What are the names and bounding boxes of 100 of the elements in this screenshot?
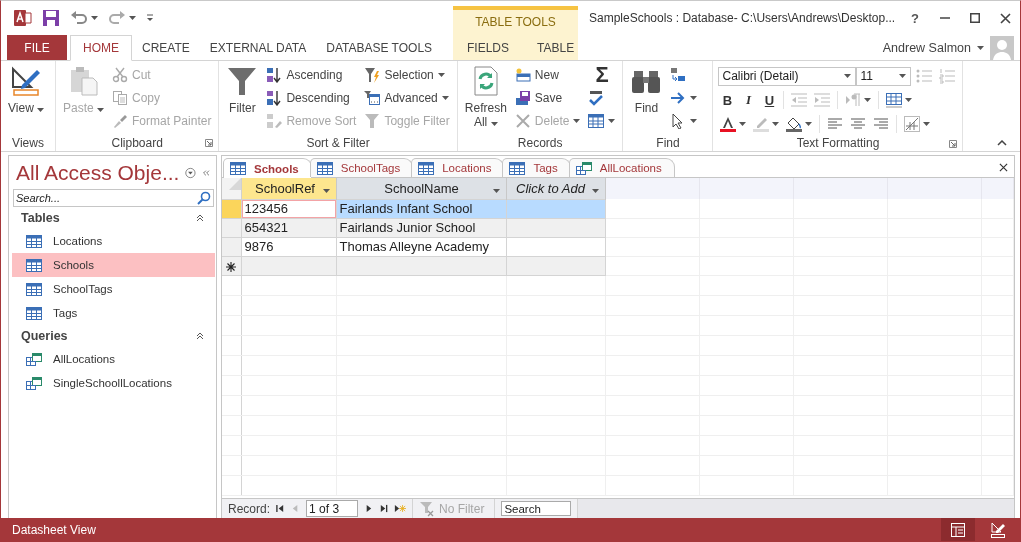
collapse-ribbon-icon[interactable]	[997, 140, 1007, 146]
table-icon	[26, 234, 42, 248]
caret-icon	[772, 122, 780, 126]
table-icon	[26, 306, 42, 320]
decrease-indent-icon	[791, 92, 808, 108]
caret-icon	[129, 16, 136, 20]
ribbon-tab[interactable]: TABLE	[523, 35, 589, 60]
column-header[interactable]: SchoolRef	[241, 178, 336, 199]
font-style-button[interactable]: B	[718, 90, 737, 110]
document-tab[interactable]: Locations	[411, 158, 505, 177]
alternate-row-color-button[interactable]	[902, 114, 933, 134]
caret-icon	[573, 119, 581, 123]
caret-icon	[91, 16, 98, 20]
horizontal-scrollbar[interactable]	[577, 499, 1014, 518]
align-right-icon	[873, 116, 890, 132]
datasheet-icon	[950, 522, 966, 538]
last-record-icon[interactable]	[379, 504, 389, 513]
close-icon[interactable]	[999, 163, 1008, 172]
sort-ascending-button[interactable]: Ascending	[264, 64, 359, 86]
save-record-button[interactable]: Save	[512, 87, 583, 109]
window-title: SampleSchools : Database- C:\Users\Andrews\Desktop...	[589, 11, 897, 25]
group-label: Clipboard	[111, 135, 163, 150]
collapse-chevron-icon[interactable]	[196, 332, 204, 340]
customize-menu-icon[interactable]	[146, 14, 154, 22]
gridlines-icon	[886, 92, 903, 108]
search-icon[interactable]	[197, 191, 211, 205]
nav-item[interactable]: AllLocations	[12, 347, 215, 371]
new-record-button[interactable]: New	[512, 64, 583, 86]
ribbon-tab[interactable]: FIELDS	[453, 35, 523, 60]
highlighter-icon	[753, 116, 770, 132]
caret-icon	[923, 122, 931, 126]
app-logo-icon[interactable]	[14, 9, 32, 27]
gridlines-button[interactable]	[884, 90, 915, 110]
font-name-field[interactable]: Calibri (Detail)	[718, 66, 857, 86]
column-header[interactable]: Click to Add	[506, 178, 605, 199]
sort-descending-button[interactable]: Descending	[264, 87, 359, 109]
refresh-all-button[interactable]: Refresh All	[462, 63, 509, 129]
caret-icon	[37, 108, 45, 112]
group-label: Views	[12, 135, 44, 150]
ribbon-tab[interactable]: EXTERNAL DATA	[199, 35, 317, 60]
align-left-icon	[827, 116, 844, 132]
numbered-list-icon	[939, 68, 956, 84]
collapse-chevron-icon[interactable]	[196, 214, 204, 222]
bullet-list-icon	[916, 68, 933, 84]
caret-icon	[592, 188, 599, 193]
font-style-button[interactable]: I	[739, 90, 758, 110]
help-button[interactable]: ?	[900, 6, 930, 30]
account-menu[interactable]: Andrew Salmon	[882, 40, 984, 55]
nav-item[interactable]: Locations	[12, 229, 215, 253]
nav-item[interactable]: Schools	[12, 253, 215, 277]
save-icon[interactable]	[42, 9, 60, 27]
view-button[interactable]: View	[6, 63, 47, 134]
new-blank-record-icon[interactable]	[394, 504, 407, 513]
find-button[interactable]: Find	[628, 63, 665, 134]
table-cell: Thomas Alleyne Academy	[336, 237, 506, 256]
undo-icon[interactable]	[70, 9, 88, 27]
ribbon-tab[interactable]: DATABASE TOOLS	[316, 35, 443, 60]
table-icon	[418, 161, 435, 175]
document-tab[interactable]: SchoolTags	[309, 158, 414, 177]
new-record-icon	[514, 67, 531, 83]
table-icon	[26, 258, 42, 272]
record-position-field[interactable]: 1 of 3	[306, 500, 359, 517]
nav-item[interactable]: Tags	[12, 301, 215, 325]
new-record-icon	[226, 261, 237, 272]
dialog-launcher-icon[interactable]	[205, 139, 214, 147]
datasheet-view-button[interactable]	[941, 518, 975, 541]
table-icon	[509, 161, 526, 175]
nav-item[interactable]: SingleSchoollLocations	[12, 371, 215, 395]
ruler-pencil-icon	[990, 522, 1006, 538]
caret-icon	[490, 122, 498, 126]
filter-lightning-icon	[364, 67, 381, 83]
advanced-button[interactable]: Advanced	[362, 87, 452, 109]
document-tab[interactable]: Schools	[223, 158, 312, 178]
column-header[interactable]: SchoolName	[336, 178, 506, 199]
document-tab[interactable]: Tags	[502, 158, 571, 177]
sort-descending-icon	[266, 90, 283, 106]
search-field[interactable]: Search	[501, 501, 572, 516]
align-center-icon	[850, 116, 867, 132]
ribbon-tab[interactable]: CREATE	[132, 35, 200, 60]
checkmark-icon	[588, 90, 605, 106]
ribbon-tab[interactable]: HOME	[70, 35, 132, 61]
selection-button[interactable]: Selection	[362, 64, 452, 86]
dialog-launcher-icon[interactable]	[949, 140, 958, 148]
font-style-button[interactable]: U	[760, 90, 779, 110]
document-tab[interactable]: AllLocations	[568, 158, 675, 177]
table-icon	[316, 161, 333, 175]
totals-button[interactable]: Σ	[586, 64, 618, 86]
query-icon	[26, 376, 42, 390]
dropdown-circle-icon[interactable]	[185, 165, 197, 180]
search-field[interactable]: Search...	[13, 189, 214, 207]
status-text: Datasheet View	[12, 523, 96, 537]
next-record-icon[interactable]	[364, 504, 374, 513]
file-tab[interactable]: FILE	[7, 35, 67, 60]
filter-button[interactable]: Filter	[224, 63, 261, 134]
font-size-field[interactable]: 11	[856, 66, 912, 86]
first-record-icon[interactable]	[276, 504, 286, 513]
maximize-icon	[970, 13, 980, 23]
nav-item[interactable]: SchoolTags	[12, 277, 215, 301]
save-record-icon	[514, 90, 531, 106]
funnel-icon	[226, 65, 259, 97]
